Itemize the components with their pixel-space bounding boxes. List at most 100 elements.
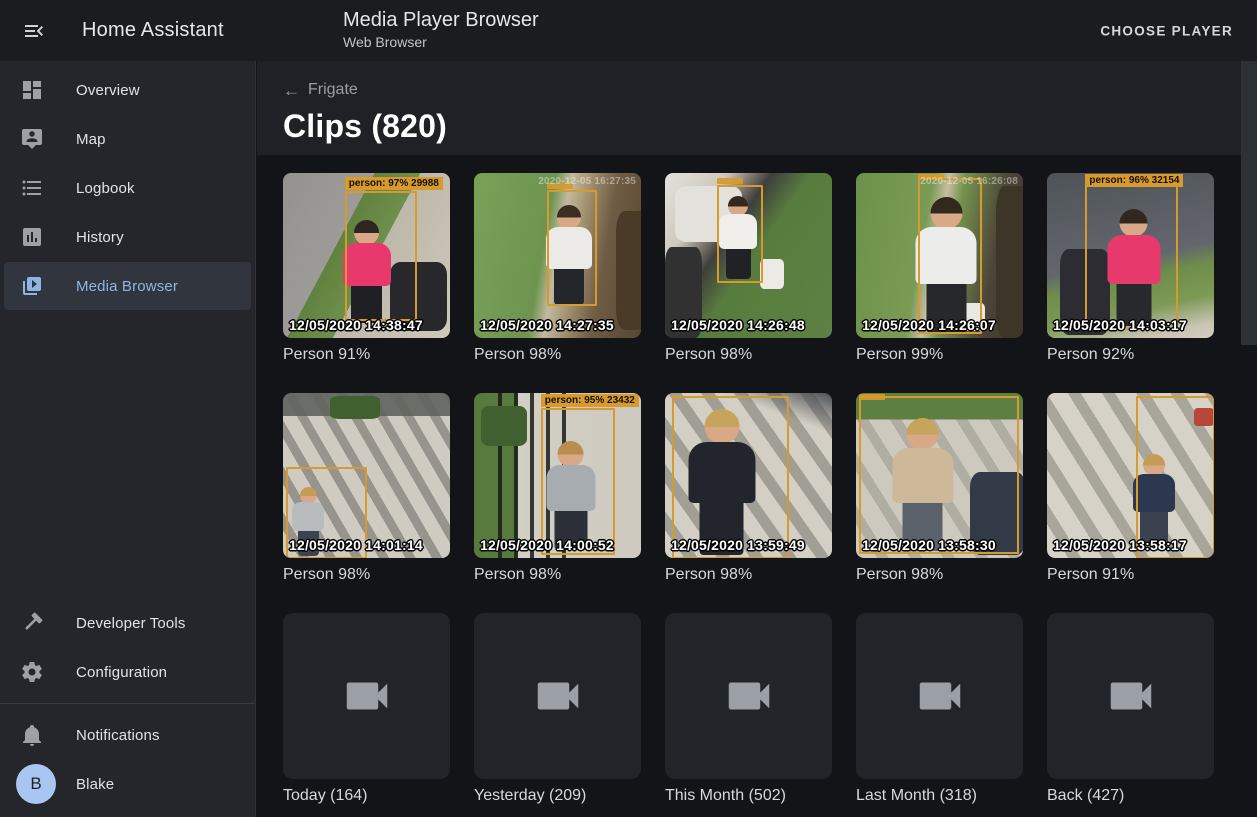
sidebar-item-notifications[interactable]: Notifications (4, 711, 251, 759)
detection-box (1085, 185, 1178, 331)
item-caption: Person 98% (665, 345, 832, 364)
clip-cell: 2020-12-05 16:27:3512/05/2020 14:27:35Pe… (474, 173, 641, 364)
detection-label: person: 97% 29988 (345, 177, 443, 190)
clip-cell: 12/05/2020 14:26:48 Person 98% (665, 173, 832, 364)
sidebar-item-media-browser[interactable]: Media Browser (4, 262, 251, 310)
sidebar-item-label: Map (76, 131, 106, 148)
clip-cell: person: 95% 23432 12/05/2020 14:00:52 Pers… (474, 393, 641, 584)
sidebar-item-logbook[interactable]: Logbook (4, 164, 251, 212)
clip-timestamp: 12/05/2020 13:59:49 (671, 537, 805, 553)
sidebar-item-label: Overview (76, 82, 140, 99)
clip-thumbnail[interactable]: 12/05/2020 13:59:49 (665, 393, 832, 558)
clip-cell: 12/05/2020 14:01:14 Person 98% (283, 393, 450, 584)
clip-timestamp: 12/05/2020 14:26:48 (671, 317, 805, 333)
page-title: Clips (820) (283, 108, 1257, 145)
sidebar-toggle-button[interactable] (10, 7, 58, 55)
detection-box (859, 396, 1018, 553)
item-caption: Person 92% (1047, 345, 1214, 364)
folder-tile-yesterday-209[interactable] (474, 613, 641, 779)
clip-thumbnail[interactable]: 12/05/2020 14:26:48 (665, 173, 832, 338)
sidebar-item-label: Developer Tools (76, 615, 186, 632)
folder-cell: Yesterday (209) (474, 613, 641, 805)
clip-timestamp: 12/05/2020 13:58:17 (1053, 537, 1187, 553)
folder-tile-back-427[interactable] (1047, 613, 1214, 779)
scene-object (481, 406, 528, 446)
clip-timestamp: 12/05/2020 14:01:14 (289, 537, 423, 553)
sidebar-item-map[interactable]: Map (4, 115, 251, 163)
clip-cell: 12/05/2020 13:59:49 Person 98% (665, 393, 832, 584)
sidebar-bottom-items: NotificationsBBlake (0, 710, 255, 809)
detection-label: person: 96% 32154 (1085, 174, 1183, 187)
panel-title: Media Player Browser (343, 8, 539, 32)
clip-thumbnail[interactable]: 2020-12-05 16:26:0812/05/2020 14:26:07 (856, 173, 1023, 338)
detection-box (918, 178, 982, 334)
camera-osd-timestamp: 2020-12-05 16:27:35 (538, 176, 636, 187)
videocam-icon (531, 669, 585, 723)
sidebar-user[interactable]: BBlake (4, 760, 251, 808)
clip-thumbnail[interactable]: 12/05/2020 13:58:17 (1047, 393, 1214, 558)
item-caption: Person 91% (283, 345, 450, 364)
clip-thumbnail[interactable]: 2020-12-05 16:27:35 12/05/2020 14:27:35 (474, 173, 641, 338)
clip-cell: 2020-12-05 16:26:0812/05/2020 14:26:07Pe… (856, 173, 1023, 364)
clip-timestamp: 12/05/2020 14:38:47 (289, 317, 423, 333)
item-caption: Person 98% (856, 565, 1023, 584)
videocam-icon (913, 669, 967, 723)
back-arrow-icon: ← (283, 82, 300, 99)
sidebar-item-configuration[interactable]: Configuration (4, 648, 251, 696)
sidebar-item-history[interactable]: History (4, 213, 251, 261)
dashboard-icon (8, 78, 56, 102)
sidebar: Overview Map Logbook History Media Browser D… (0, 61, 256, 817)
item-caption: Person 98% (283, 565, 450, 584)
folder-cell: This Month (502) (665, 613, 832, 805)
sidebar-item-label: Media Browser (76, 278, 178, 295)
detection-label-small (859, 394, 885, 400)
folder-tile-today-164[interactable] (283, 613, 450, 779)
breadcrumb-back-link[interactable]: ← Frigate (283, 81, 358, 99)
scrollbar-thumb[interactable] (1241, 61, 1257, 345)
bell-icon (8, 723, 56, 747)
clip-timestamp: 12/05/2020 14:03:17 (1053, 317, 1187, 333)
clip-cell: 12/05/2020 13:58:30 Person 98% (856, 393, 1023, 584)
panel-subtitle: Web Browser (343, 34, 539, 50)
clip-thumbnail[interactable]: 12/05/2020 13:58:30 (856, 393, 1023, 558)
media-browser-panel: ← Frigate Clips (820) person: 97% 29988 1… (257, 61, 1257, 817)
clip-thumbnail[interactable]: person: 95% 23432 12/05/2020 14:00:52 (474, 393, 641, 558)
sidebar-item-overview[interactable]: Overview (4, 66, 251, 114)
sidebar-item-label: History (76, 229, 124, 246)
sidebar-spacer (0, 311, 255, 598)
folder-cell: Today (164) (283, 613, 450, 805)
clip-cell: person: 97% 29988 12/05/2020 14:38:47 Pers… (283, 173, 450, 364)
folder-tile-this-month-502[interactable] (665, 613, 832, 779)
map-icon (8, 127, 56, 151)
clip-thumbnail[interactable]: 12/05/2020 14:01:14 (283, 393, 450, 558)
clip-thumbnail[interactable]: person: 97% 29988 12/05/2020 14:38:47 (283, 173, 450, 338)
item-caption: Today (164) (283, 786, 450, 805)
scene-object (996, 186, 1023, 338)
item-caption: Person 98% (474, 565, 641, 584)
sidebar-item-developer-tools[interactable]: Developer Tools (4, 599, 251, 647)
app-header: Home Assistant Media Player Browser Web … (0, 0, 1257, 61)
logbook-icon (8, 176, 56, 200)
camera-osd-timestamp: 2020-12-05 16:26:08 (920, 176, 1018, 187)
choose-player-button[interactable]: CHOOSE PLAYER (1092, 13, 1241, 48)
clip-timestamp: 12/05/2020 14:00:52 (480, 537, 614, 553)
item-caption: Person 98% (665, 565, 832, 584)
item-caption: Person 91% (1047, 565, 1214, 584)
folder-tile-last-month-318[interactable] (856, 613, 1023, 779)
sidebar-tool-items: Developer Tools Configuration (0, 598, 255, 697)
detection-label: person: 95% 23432 (541, 394, 639, 407)
app-title: Home Assistant (82, 19, 224, 42)
scene-object (330, 396, 380, 419)
videocam-icon (1104, 669, 1158, 723)
item-caption: Back (427) (1047, 786, 1214, 805)
detection-box (672, 396, 790, 558)
scrollbar[interactable] (1241, 61, 1257, 817)
detection-box (547, 190, 596, 306)
clip-cell: 12/05/2020 13:58:17 Person 91% (1047, 393, 1214, 584)
folder-cell: Last Month (318) (856, 613, 1023, 805)
media-browser-header: ← Frigate Clips (820) (257, 61, 1257, 155)
clip-thumbnail[interactable]: person: 96% 32154 12/05/2020 14:03:17 (1047, 173, 1214, 338)
clip-timestamp: 12/05/2020 14:27:35 (480, 317, 614, 333)
cog-icon (8, 660, 56, 684)
media-icon (8, 274, 56, 298)
